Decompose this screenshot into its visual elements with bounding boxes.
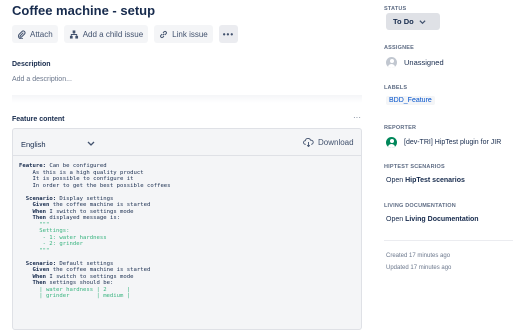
step-text: I switch to settings mode [45,273,134,280]
scenario-title: Display settings [56,195,114,202]
assignee-label: ASSIGNEE [384,45,415,51]
hiptest-prefix: Open [386,177,406,184]
scenario-title: Default settings [56,260,114,267]
attach-label: Attach [30,29,53,39]
table-row: | grinder | medium | [19,293,131,299]
add-child-issue-button[interactable]: Add a child issue [63,25,149,43]
issue-toolbar: Attach Add a child issue Link issue ••• [12,25,244,43]
then-keyword: Then [32,280,46,286]
status-label: STATUS [384,6,407,12]
step-text: I switch to settings mode [45,208,134,215]
gherkin-code: Feature: Can be configured As this is a … [19,163,171,300]
scenario-keyword: Scenario: [25,195,57,202]
cloud-download-icon [303,138,314,147]
avatar [386,57,397,68]
download-label: Download [318,138,354,147]
issue-title[interactable]: Coffee machine - setup [12,3,155,18]
feature-content-panel: English Download Feature: Can be configu… [12,128,362,330]
living-documentation-label: LIVING DOCUMENTATION [384,203,456,209]
issue-main-panel: Coffee machine - setup Attach Add a chil… [0,0,364,330]
step-text: the coffee machine is started [49,202,151,208]
feature-keyword: Feature: [19,163,46,169]
updated-timestamp: Updated 17 minutes ago [386,265,452,271]
attach-button[interactable]: Attach [12,25,58,43]
status-dropdown[interactable]: To Do [386,13,440,30]
feature-content-more-button[interactable]: ··· [353,113,361,122]
living-link-text: Living Documentation [405,216,479,223]
feature-content-toolbar: English Download [13,129,361,156]
issue-sidebar: STATUS To Do ASSIGNEE Unassigned LABELS … [384,0,513,330]
scenario-keyword: Scenario: [25,260,57,267]
description-field[interactable]: Add a description... [12,76,72,83]
section-divider [12,95,362,103]
created-timestamp: Created 17 minutes ago [386,253,451,259]
living-documentation-link[interactable]: Open Living Documentation [386,216,479,223]
step-text: the coffee machine is started [49,267,151,273]
chevron-down-icon [419,19,426,24]
avatar [386,137,397,148]
description-heading: Description [12,61,51,68]
add-child-issue-label: Add a child issue [82,29,144,39]
hiptest-link-text: HipTest scenarios [405,177,465,184]
labels-label: LABELS [384,85,408,91]
step-text: settings should be: [45,280,114,286]
chevron-down-icon[interactable] [87,140,95,147]
hierarchy-icon [69,29,78,39]
step-text: displayed message is: [45,215,121,221]
then-keyword: Then [32,215,46,221]
given-keyword: Given [32,267,50,273]
sidebar-divider [384,240,513,241]
reporter-label: REPORTER [384,125,417,131]
label-tag[interactable]: BDD_Feature [386,96,435,105]
link-issue-label: Link issue [172,29,208,39]
feature-title: Can be configured [45,163,107,169]
paperclip-icon [17,30,26,39]
more-actions-button[interactable]: ••• [218,25,239,43]
given-keyword: Given [32,202,50,208]
assignee-field[interactable]: Unassigned [386,57,444,68]
assignee-value: Unassigned [404,58,444,67]
hiptest-scenarios-link[interactable]: Open HipTest scenarios [386,177,465,184]
living-prefix: Open [386,216,406,223]
hiptest-scenarios-label: HIPTEST SCENARIOS [384,164,445,170]
language-select[interactable]: English [21,140,46,149]
feature-content-heading: Feature content [12,116,65,123]
reporter-value: [dev-TRI] HipTest plugin for JIR [404,139,502,146]
code-line: In order to get the best possible coffee… [19,182,171,189]
reporter-field[interactable]: [dev-TRI] HipTest plugin for JIR [386,137,501,148]
when-keyword: When [32,208,46,215]
status-value: To Do [393,17,414,26]
link-icon [160,30,168,38]
download-button[interactable]: Download [303,138,354,147]
link-issue-button[interactable]: Link issue [154,25,213,43]
when-keyword: When [32,273,46,280]
